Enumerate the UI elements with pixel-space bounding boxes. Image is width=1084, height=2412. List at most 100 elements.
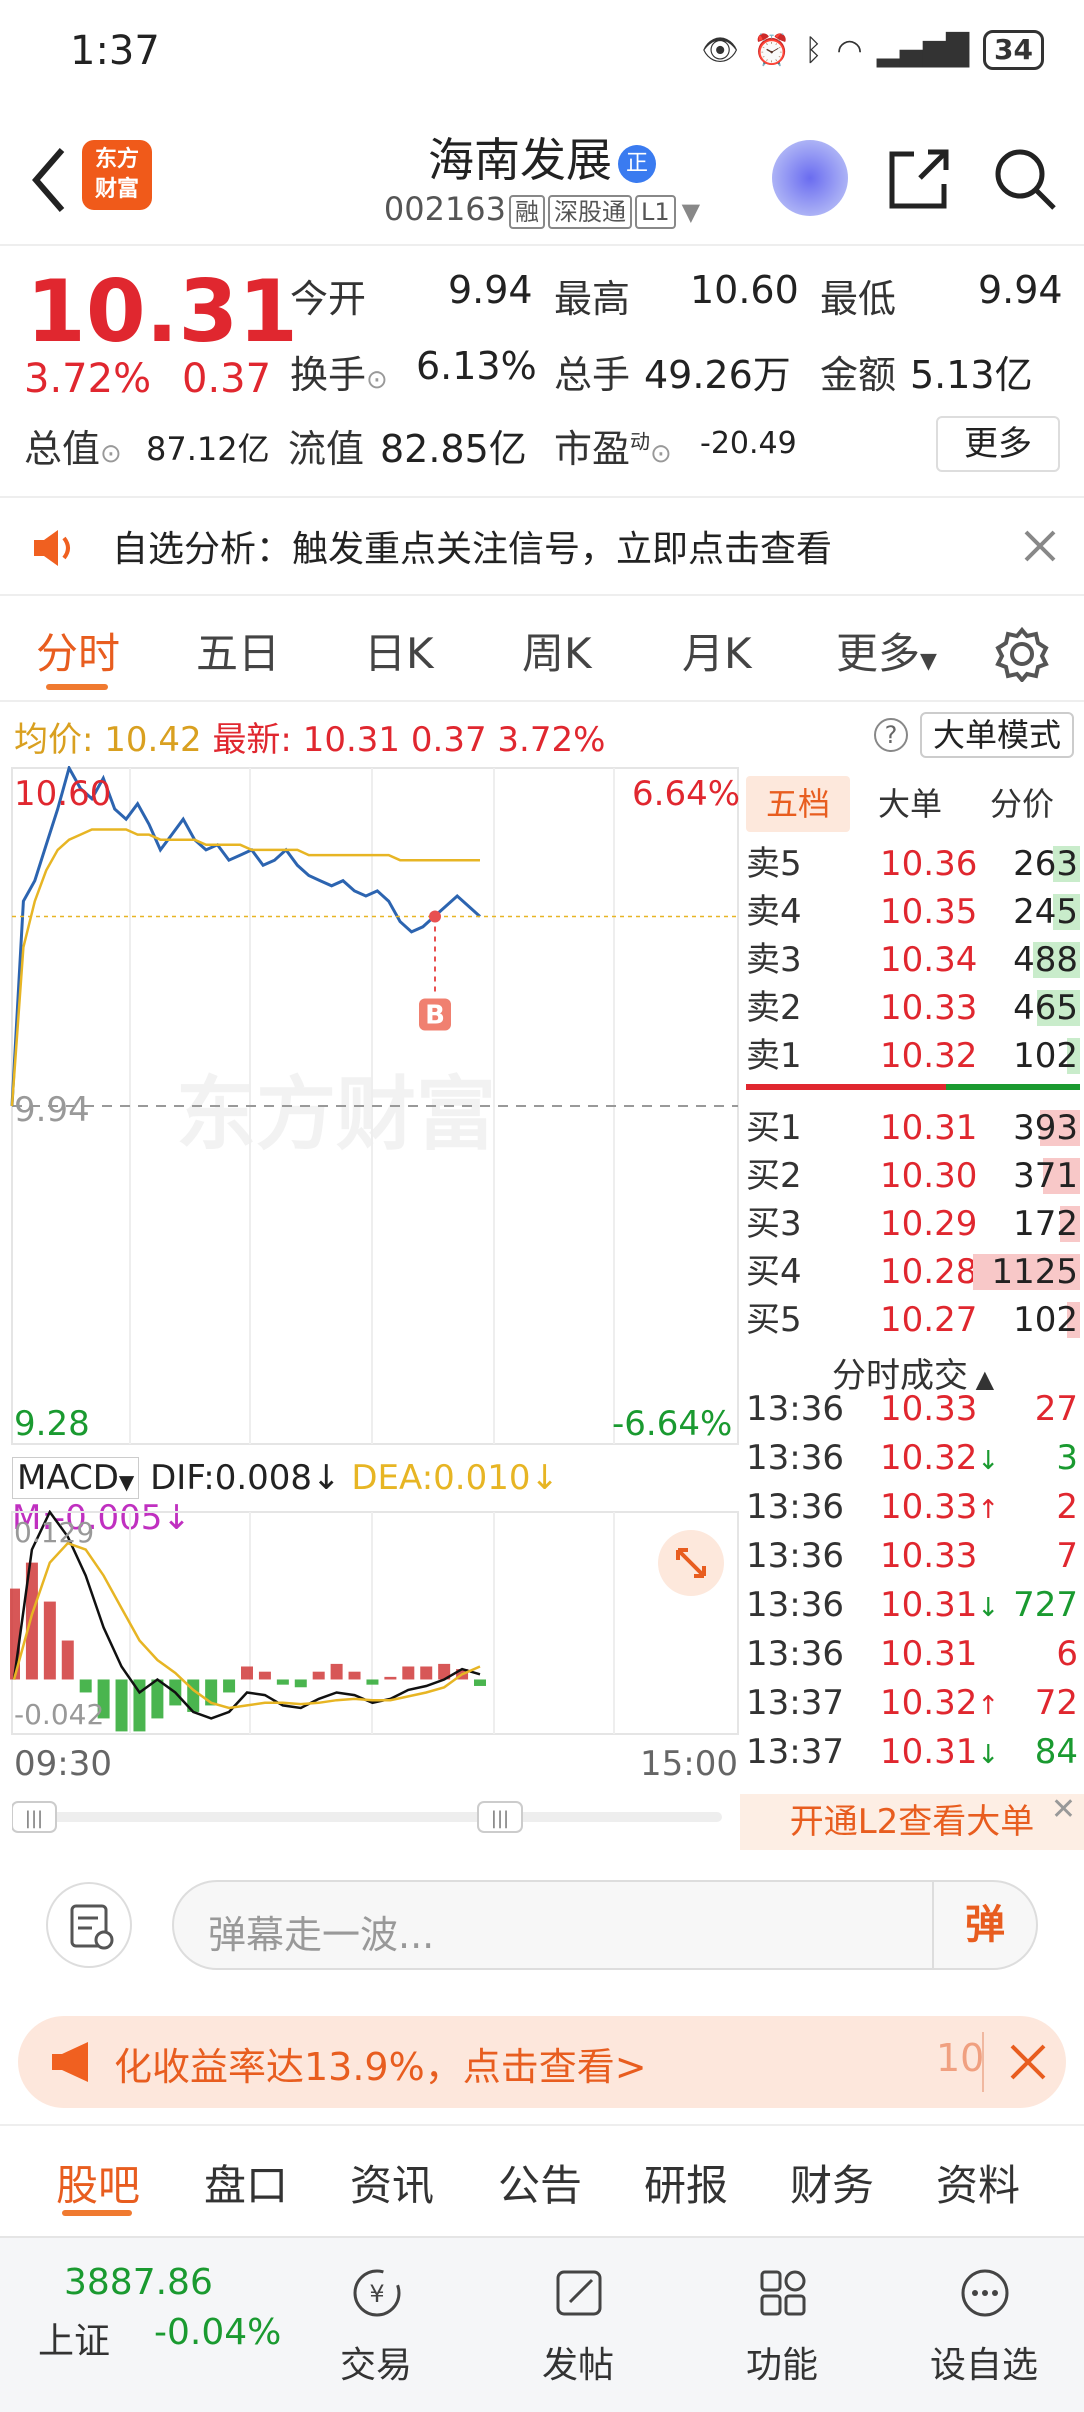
time-range-slider[interactable]: ||| |||	[12, 1800, 722, 1834]
macd-histogram-bar	[276, 1679, 289, 1685]
help-icon[interactable]: ?	[874, 718, 908, 752]
tab-five-day[interactable]: 五日	[196, 620, 280, 681]
close-icon[interactable]	[1022, 528, 1058, 564]
tab-five-levels[interactable]: 五档	[746, 776, 850, 832]
tab-forum[interactable]: 股吧	[56, 2152, 140, 2213]
verified-badge: 正	[618, 144, 656, 183]
tag-margin: 融	[509, 195, 546, 229]
intraday-chart[interactable]: B	[10, 766, 740, 1446]
float-value-label: 流值	[288, 427, 365, 471]
tick-price: 10.31	[880, 1634, 978, 1674]
time-end: 15:00	[640, 1744, 738, 1784]
more-quote-button[interactable]: 更多	[936, 416, 1060, 472]
promo-count: 10	[936, 2036, 985, 2080]
tick-time: 13:36	[746, 1585, 844, 1625]
buy-marker-label: B	[425, 1001, 445, 1031]
danmu-input[interactable]: 弹幕走一波... 弹	[172, 1880, 1038, 1970]
tab-big-orders[interactable]: 大单	[858, 776, 962, 832]
tab-announcements[interactable]: 公告	[498, 2152, 582, 2213]
turnover-label[interactable]: 换手⊙	[290, 344, 388, 399]
ask-row[interactable]: 卖5 10.36 263	[746, 842, 1080, 886]
last-price: 10.31	[26, 262, 299, 362]
search-button[interactable]	[990, 144, 1060, 214]
bid-row[interactable]: 买3 10.29 172	[746, 1202, 1080, 1246]
tag-connect: 深股通	[548, 195, 633, 229]
settings-gear-icon[interactable]	[994, 626, 1050, 682]
pe-label[interactable]: 市盈动⊙	[554, 418, 672, 473]
tab-monthly-k[interactable]: 月K	[682, 620, 752, 681]
close-icon[interactable]: ✕	[1051, 1782, 1076, 1838]
ask-row[interactable]: 卖3 10.34 488	[746, 938, 1080, 982]
stock-code: 002163	[383, 190, 507, 228]
tab-more[interactable]: 更多▼	[836, 620, 937, 681]
close-icon[interactable]	[1008, 2042, 1048, 2082]
level-price: 10.32	[880, 1036, 978, 1076]
open-l2-banner[interactable]: 开通L2查看大单 ✕	[740, 1792, 1084, 1850]
index-change: -0.04%	[154, 2312, 282, 2353]
tab-finance[interactable]: 财务	[790, 2152, 874, 2213]
level-price: 10.31	[880, 1108, 978, 1148]
danmu-send-button[interactable]: 弹	[932, 1882, 1036, 1968]
tab-daily-k[interactable]: 日K	[364, 620, 434, 681]
macd-histogram-bar	[258, 1671, 271, 1680]
bid-row[interactable]: 买5 10.27 102	[746, 1298, 1080, 1342]
down-arrow-icon: ↓	[977, 1740, 1000, 1770]
bid-row[interactable]: 买1 10.31 393	[746, 1106, 1080, 1150]
bluetooth-icon: ᛒ	[804, 32, 823, 68]
tick-price: 10.33	[880, 1389, 978, 1429]
level-price: 10.36	[880, 844, 978, 884]
nav-post[interactable]: 发帖	[508, 2238, 648, 2412]
bid-row[interactable]: 买4 10.28 1125	[746, 1250, 1080, 1294]
more-dots-icon	[961, 2269, 1009, 2317]
up-arrow-icon: ↑	[977, 1495, 1000, 1525]
level-price: 10.29	[880, 1204, 978, 1244]
analysis-banner[interactable]: 自选分析：触发重点关注信号，立即点击查看	[0, 496, 1084, 596]
tab-handicap[interactable]: 盘口	[204, 2152, 288, 2213]
comment-list-button[interactable]	[46, 1882, 132, 1968]
tab-weekly-k[interactable]: 周K	[522, 620, 592, 681]
level-label: 买4	[746, 1252, 802, 1292]
ask-row[interactable]: 卖1 10.32 102	[746, 1034, 1080, 1078]
ask-row[interactable]: 卖4 10.35 245	[746, 890, 1080, 934]
chart-tabs: 分时 五日 日K 周K 月K 更多▼	[0, 620, 1084, 690]
tab-research[interactable]: 研报	[644, 2152, 728, 2213]
bid-row[interactable]: 买2 10.30 371	[746, 1154, 1080, 1198]
ask-row[interactable]: 卖2 10.33 465	[746, 986, 1080, 1030]
macd-histogram-bar	[420, 1666, 433, 1680]
nav-functions[interactable]: 功能	[712, 2238, 852, 2412]
macd-chart[interactable]	[10, 1510, 740, 1736]
tick-time: 13:37	[746, 1732, 844, 1772]
tab-profile[interactable]: 资料	[936, 2152, 1020, 2213]
turnover-value: 6.13%	[416, 344, 537, 388]
expand-button[interactable]	[658, 1530, 724, 1596]
change-amount: 0.37	[182, 356, 272, 402]
stock-name: 海南发展	[428, 133, 612, 187]
ai-assistant-icon[interactable]	[772, 140, 848, 216]
share-icon	[889, 149, 949, 209]
amount-label: 金额	[820, 353, 897, 397]
amount-value: 5.13亿	[910, 353, 1033, 397]
promo-banner[interactable]: 化收益率达13.9%，点击查看> 10	[18, 2016, 1066, 2108]
alarm-icon: ⏰	[753, 32, 791, 68]
share-button[interactable]	[884, 144, 954, 214]
tick-volume: 3	[1056, 1438, 1078, 1478]
tick-row: 13:36 10.31 6	[746, 1631, 1080, 1677]
tick-volume: 27	[1034, 1389, 1078, 1429]
index-value[interactable]: 3887.86	[64, 2262, 213, 2303]
tab-intraday[interactable]: 分时	[36, 620, 120, 681]
content-tabs: 股吧 盘口 资讯 公告 研报 财务 资料	[0, 2124, 1084, 2230]
nav-add-watchlist[interactable]: 设自选	[914, 2238, 1054, 2412]
nav-trade[interactable]: ¥ 交易	[306, 2238, 446, 2412]
latest-value: 10.31	[302, 720, 401, 760]
tick-volume: 727	[1013, 1585, 1078, 1625]
tab-news[interactable]: 资讯	[350, 2152, 434, 2213]
tab-price-levels[interactable]: 分价	[970, 776, 1074, 832]
grid-icon	[760, 2270, 806, 2316]
macd-histogram-bar	[223, 1679, 236, 1693]
level-label: 买2	[746, 1156, 802, 1196]
total-value-label[interactable]: 总值⊙	[24, 418, 122, 473]
big-order-mode-button[interactable]: 大单模式	[920, 712, 1074, 758]
macd-histogram-bar	[241, 1666, 253, 1680]
level-label: 卖1	[746, 1036, 802, 1076]
indicator-selector[interactable]: MACD▼	[12, 1457, 140, 1499]
